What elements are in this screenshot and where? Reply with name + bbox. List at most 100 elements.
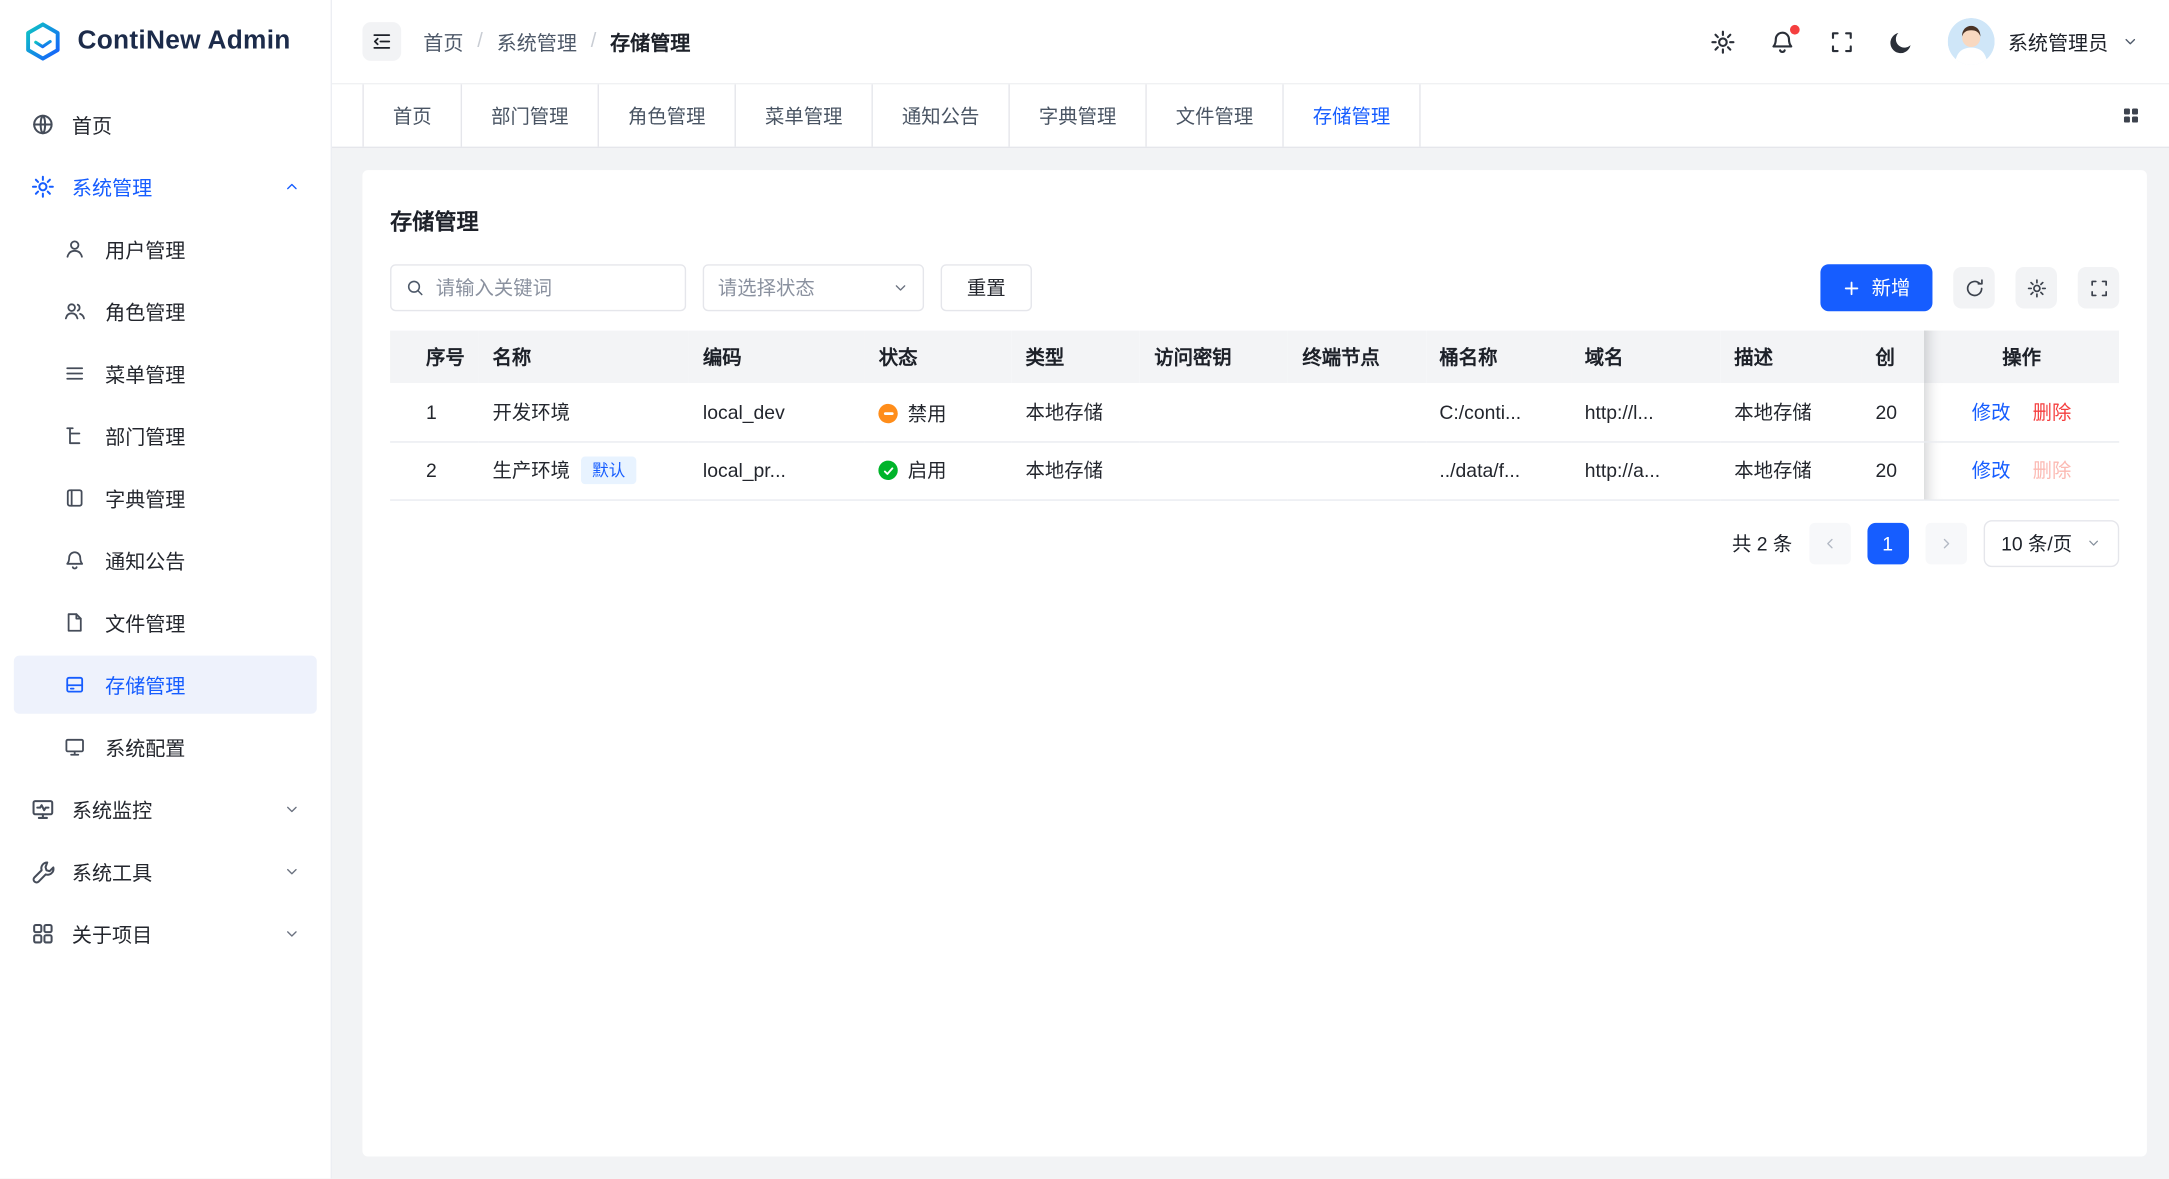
sidebar-item-user-mgmt[interactable]: 用户管理 [14, 220, 317, 278]
bell-icon [64, 549, 86, 571]
breadcrumb-item[interactable]: 系统管理 [497, 27, 577, 56]
sidebar-item-storage-mgmt[interactable]: 存储管理 [14, 656, 317, 714]
cell-bucket: ../data/f... [1426, 441, 1571, 499]
cell-endpoint [1289, 441, 1426, 499]
add-button-label: 新增 [1872, 274, 1911, 302]
delete-link[interactable]: 删除 [2033, 401, 2072, 423]
refresh-button[interactable] [1953, 267, 1994, 308]
plus-icon [1843, 279, 1861, 297]
file-icon [64, 611, 86, 633]
sidebar-nav: 首页 系统管理 用户管理 角色管理 菜单管理 [0, 83, 331, 967]
tab-notice[interactable]: 通知公告 [873, 84, 1010, 146]
cell-domain: http://a... [1571, 441, 1721, 499]
fullscreen-icon[interactable] [1828, 28, 1854, 54]
reset-button[interactable]: 重置 [941, 264, 1032, 311]
sidebar-item-system-config[interactable]: 系统配置 [14, 718, 317, 776]
sidebar-item-system-tools[interactable]: 系统工具 [14, 842, 317, 900]
app-logo[interactable]: ContiNew Admin [0, 0, 331, 83]
search-icon [405, 278, 424, 297]
sidebar-item-system-monitor[interactable]: 系统监控 [14, 780, 317, 838]
sidebar-item-home[interactable]: 首页 [14, 95, 317, 153]
cell-no: 1 [390, 383, 479, 441]
notification-dot [1789, 24, 1799, 34]
content-area: 存储管理 请选择状态 重置 [332, 148, 2169, 1179]
keyword-search [390, 264, 686, 311]
col-header-status: 状态 [865, 331, 1012, 384]
sidebar-item-label: 菜单管理 [105, 359, 185, 388]
sidebar-item-file-mgmt[interactable]: 文件管理 [14, 593, 317, 651]
tab-home[interactable]: 首页 [362, 84, 462, 146]
sidebar-collapse-button[interactable] [362, 22, 401, 61]
gear-icon [30, 174, 55, 199]
settings-icon[interactable] [1709, 28, 1735, 54]
cell-bucket: C:/conti... [1426, 383, 1571, 441]
book-icon [64, 487, 86, 509]
page-size-value: 10 条/页 [2001, 529, 2072, 557]
default-badge: 默认 [581, 456, 636, 484]
user-menu[interactable]: 系统管理员 [1947, 18, 2139, 65]
header-actions: 系统管理员 [1709, 18, 2139, 65]
search-input[interactable] [436, 277, 671, 299]
monitor-icon [30, 797, 55, 822]
next-page-button[interactable] [1925, 522, 1966, 563]
users-icon [64, 300, 86, 322]
cell-domain: http://l... [1571, 383, 1721, 441]
edit-link[interactable]: 修改 [1972, 401, 2011, 423]
avatar [1947, 18, 1994, 65]
col-header-op: 操作 [1924, 331, 2119, 384]
toolbar: 请选择状态 重置 新增 [390, 264, 2119, 311]
cell-name: 开发环境 [479, 383, 689, 441]
sidebar-item-menu-mgmt[interactable]: 菜单管理 [14, 344, 317, 402]
dark-mode-moon-icon[interactable] [1888, 28, 1914, 54]
tab-label: 通知公告 [902, 102, 979, 130]
sidebar-item-dict-mgmt[interactable]: 字典管理 [14, 469, 317, 527]
cell-type: 本地存储 [1012, 441, 1141, 499]
cell-op: 修改删除 [1924, 383, 2119, 441]
prev-page-button[interactable] [1809, 522, 1850, 563]
breadcrumb-item[interactable]: 首页 [423, 27, 463, 56]
delete-link-disabled: 删除 [2033, 459, 2072, 481]
status-select[interactable]: 请选择状态 [703, 264, 924, 311]
notification-button[interactable] [1769, 28, 1795, 54]
tab-bar: 首页 部门管理 角色管理 菜单管理 通知公告 字典管理 文件管理 存储管理 [332, 83, 2169, 148]
storage-name: 开发环境 [493, 401, 570, 423]
sidebar-item-system-mgmt[interactable]: 系统管理 [14, 158, 317, 216]
cell-op: 修改删除 [1924, 441, 2119, 499]
tab-role-mgmt[interactable]: 角色管理 [599, 84, 736, 146]
tab-menu-mgmt[interactable]: 菜单管理 [736, 84, 873, 146]
cell-code: local_dev [689, 383, 865, 441]
breadcrumb-separator: / [591, 30, 597, 52]
page-title: 存储管理 [390, 203, 2119, 236]
tab-dict-mgmt[interactable]: 字典管理 [1010, 84, 1147, 146]
refresh-icon [1964, 277, 1985, 298]
sidebar-item-dept-mgmt[interactable]: 部门管理 [14, 407, 317, 465]
sidebar-item-label: 系统管理 [72, 172, 152, 201]
sidebar-item-role-mgmt[interactable]: 角色管理 [14, 282, 317, 340]
sidebar-item-label: 系统配置 [105, 732, 185, 761]
sidebar-item-label: 角色管理 [105, 297, 185, 326]
status-label: 禁用 [908, 399, 947, 427]
tab-file-mgmt[interactable]: 文件管理 [1147, 84, 1284, 146]
page-size-select[interactable]: 10 条/页 [1983, 519, 2119, 566]
top-header: 首页 / 系统管理 / 存储管理 [332, 0, 2169, 83]
tab-layout-button[interactable] [2111, 96, 2150, 135]
edit-link[interactable]: 修改 [1972, 459, 2011, 481]
tab-dept-mgmt[interactable]: 部门管理 [462, 84, 599, 146]
tab-storage-mgmt[interactable]: 存储管理 [1284, 84, 1421, 146]
cell-created: 20 [1862, 383, 1924, 441]
table-fullscreen-button[interactable] [2078, 267, 2119, 308]
page-number-button[interactable]: 1 [1867, 522, 1908, 563]
sidebar-item-label: 部门管理 [105, 421, 185, 450]
tab-label: 字典管理 [1039, 102, 1116, 130]
tab-label: 首页 [393, 102, 432, 130]
sidebar-item-notice[interactable]: 通知公告 [14, 531, 317, 589]
add-button[interactable]: 新增 [1820, 264, 1932, 311]
user-icon [64, 238, 86, 260]
breadcrumb-separator: / [477, 30, 483, 52]
sidebar-item-about[interactable]: 关于项目 [14, 905, 317, 963]
breadcrumb-current: 存储管理 [610, 27, 690, 56]
col-header-name: 名称 [479, 331, 689, 384]
chevron-down-icon [284, 801, 301, 818]
column-settings-button[interactable] [2015, 267, 2056, 308]
sidebar-item-label: 首页 [72, 110, 112, 139]
